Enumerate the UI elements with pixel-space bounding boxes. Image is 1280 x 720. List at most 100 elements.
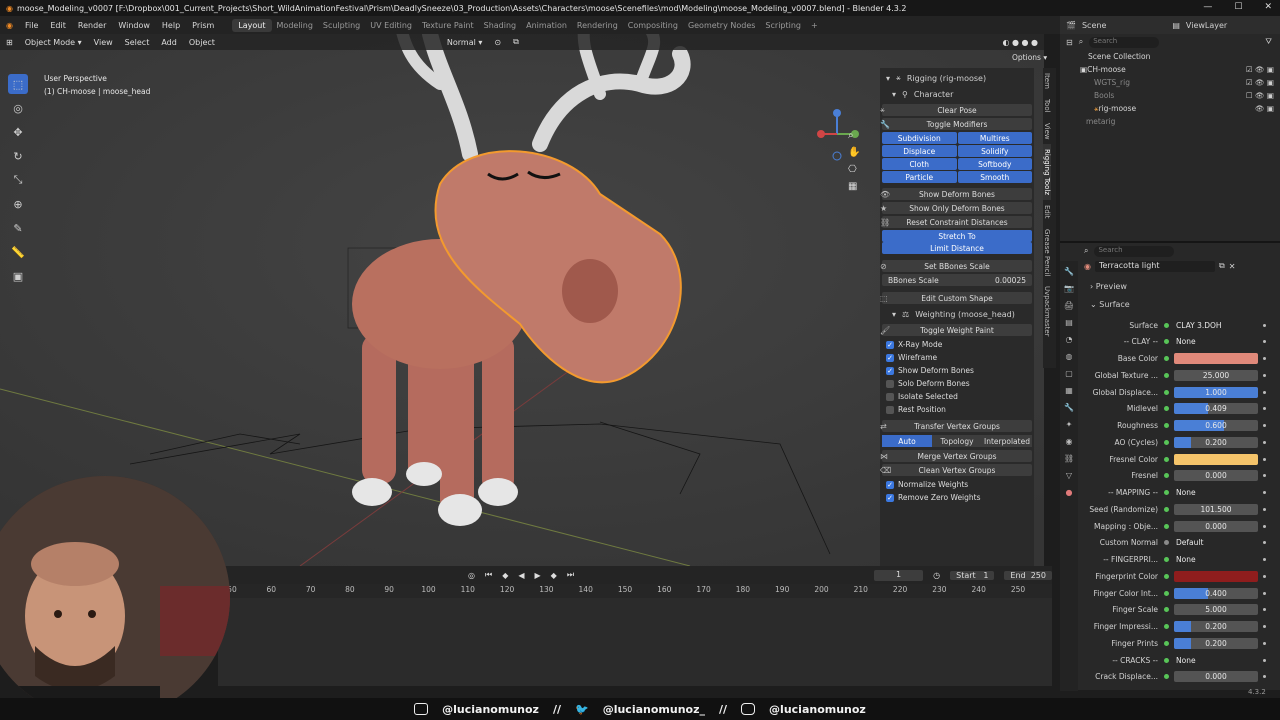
tab-animation[interactable]: Animation xyxy=(521,21,572,30)
camera-icon[interactable]: ⎔ xyxy=(848,164,860,175)
keyframe-dot-icon[interactable] xyxy=(1263,507,1266,511)
surface-panel-header[interactable]: ⌄ Surface xyxy=(1090,300,1130,309)
keyframe-dot-icon[interactable] xyxy=(1263,541,1266,545)
subdivision-toggle[interactable]: Subdivision xyxy=(882,132,957,144)
keyframe-dot-icon[interactable] xyxy=(1263,675,1266,679)
show-only-deform-button[interactable]: ★ Show Only Deform Bones xyxy=(880,202,1032,214)
socket-dot-icon[interactable] xyxy=(1164,406,1169,412)
socket-dot-icon[interactable] xyxy=(1164,640,1169,646)
options-dropdown[interactable]: Options ▾ xyxy=(1012,53,1047,62)
keyframe-dot-icon[interactable] xyxy=(1263,591,1266,595)
socket-dot-icon[interactable] xyxy=(1164,674,1169,680)
tab-rigging-toolz[interactable]: Rigging Toolz xyxy=(1043,144,1051,201)
property-value-field[interactable] xyxy=(1174,353,1258,364)
set-bbones-button[interactable]: ⊘ Set BBones Scale xyxy=(880,260,1032,272)
property-value-field[interactable]: 0.409 xyxy=(1174,403,1258,415)
toggle-modifiers-button[interactable]: 🔧 Toggle Modifiers xyxy=(880,118,1032,130)
limit-distance-button[interactable]: Limit Distance xyxy=(882,242,1032,254)
menu-help[interactable]: Help xyxy=(156,21,186,30)
tab-uv-editing[interactable]: UV Editing xyxy=(365,21,417,30)
property-value-field[interactable]: 0.200 xyxy=(1174,637,1258,649)
property-value-field[interactable]: 0.200 xyxy=(1174,621,1258,632)
socket-dot-icon[interactable] xyxy=(1164,356,1169,361)
minimize-button[interactable]: — xyxy=(1203,2,1212,12)
stretch-to-button[interactable]: Stretch To xyxy=(882,230,1032,242)
menu-window[interactable]: Window xyxy=(112,21,156,30)
socket-dot-icon[interactable] xyxy=(1164,506,1169,512)
transform-tool-icon[interactable]: ⊕ xyxy=(8,194,28,214)
shading-modes[interactable]: ◐ ● ● ● xyxy=(996,38,1044,47)
mode-auto[interactable]: Auto xyxy=(882,435,932,447)
grid-icon[interactable]: ▦ xyxy=(848,181,860,192)
outliner-item-ch-moose[interactable]: ▣ CH-moose ☑ 👁 ▣ xyxy=(1060,63,1280,76)
clear-pose-button[interactable]: ⚹ Clear Pose xyxy=(880,104,1032,116)
socket-dot-icon[interactable] xyxy=(1164,339,1169,345)
output-tab-icon[interactable]: 🖨 xyxy=(1064,301,1074,310)
properties-search-input[interactable]: Search xyxy=(1094,245,1175,257)
property-value-field[interactable] xyxy=(1174,570,1258,582)
viewlayer-selector[interactable]: ViewLayer xyxy=(1186,21,1227,30)
keyframe-dot-icon[interactable] xyxy=(1263,658,1266,662)
menu-select[interactable]: Select xyxy=(119,38,156,47)
pan-hand-icon[interactable]: ✋ xyxy=(848,147,860,158)
outliner-item-wgts-rig[interactable]: WGTS_rig ☑ 👁 ▣ xyxy=(1060,76,1280,89)
smooth-toggle[interactable]: Smooth xyxy=(957,171,1032,183)
menu-render[interactable]: Render xyxy=(72,21,112,30)
menu-prism[interactable]: Prism xyxy=(186,21,220,30)
select-tool-icon[interactable]: ⬚ xyxy=(8,74,28,94)
property-value-field[interactable]: 0.400 xyxy=(1174,587,1258,599)
xray-checkbox[interactable]: ✓ X-Ray Mode xyxy=(882,338,1032,351)
socket-dot-icon[interactable] xyxy=(1164,540,1169,546)
next-keyframe-icon[interactable]: ◆ xyxy=(551,571,557,580)
softbody-toggle[interactable]: Softbody xyxy=(957,158,1032,170)
keyframe-dot-icon[interactable] xyxy=(1263,340,1266,344)
solidify-toggle[interactable]: Solidify xyxy=(957,145,1032,157)
modifier-tab-icon[interactable]: 🔧 xyxy=(1064,403,1074,412)
start-frame-field[interactable]: Start 1 xyxy=(950,570,995,580)
menu-view[interactable]: View xyxy=(88,38,119,47)
displace-toggle[interactable]: Displace xyxy=(882,145,957,157)
multires-toggle[interactable]: Multires xyxy=(957,132,1032,144)
normalize-weights-checkbox[interactable]: ✓ Normalize Weights xyxy=(882,478,1032,491)
property-value-field[interactable]: 101.500 xyxy=(1174,503,1258,515)
tab-uvpackmaster[interactable]: Uvpackmaster xyxy=(1043,281,1051,342)
cursor-tool-icon[interactable]: ◎ xyxy=(8,98,28,118)
property-value-field[interactable]: None xyxy=(1174,554,1258,565)
keyframe-dot-icon[interactable] xyxy=(1263,407,1266,411)
tab-modeling[interactable]: Modeling xyxy=(272,21,318,30)
keyframe-dot-icon[interactable] xyxy=(1263,524,1266,528)
socket-dot-icon[interactable] xyxy=(1164,523,1169,529)
physics-tab-icon[interactable]: ◉ xyxy=(1066,437,1073,446)
mode-interpolated[interactable]: Interpolated xyxy=(982,435,1032,447)
socket-dot-icon[interactable] xyxy=(1164,624,1169,629)
tab-scripting[interactable]: Scripting xyxy=(760,21,806,30)
material-tab-icon[interactable]: ● xyxy=(1066,488,1073,497)
socket-dot-icon[interactable] xyxy=(1164,657,1169,663)
property-value-field[interactable] xyxy=(1174,453,1258,465)
particle-toggle[interactable]: Particle xyxy=(882,171,957,183)
property-value-field[interactable]: 0.200 xyxy=(1174,436,1258,448)
play-reverse-icon[interactable]: ◀ xyxy=(518,571,524,580)
object-mode-dropdown[interactable]: Object Mode ▾ xyxy=(19,38,88,47)
outliner-item-bools[interactable]: Bools ☐ 👁 ▣ xyxy=(1060,89,1280,102)
toggle-weight-paint-button[interactable]: 🖌 Toggle Weight Paint xyxy=(880,324,1032,336)
zoom-icon[interactable]: ⌕ xyxy=(848,130,860,141)
tab-texture-paint[interactable]: Texture Paint xyxy=(417,21,479,30)
scale-tool-icon[interactable]: ⤡ xyxy=(8,170,28,190)
object-tab-icon[interactable]: ▦ xyxy=(1065,386,1073,395)
socket-dot-icon[interactable] xyxy=(1164,557,1169,562)
isolate-selected-checkbox[interactable]: Isolate Selected xyxy=(882,390,1032,403)
tab-view[interactable]: View xyxy=(1043,118,1051,145)
tab-grease-pencil[interactable]: Grease Pencil xyxy=(1043,224,1051,281)
view-layer-tab-icon[interactable]: ▤ xyxy=(1065,318,1073,327)
pivot-icon[interactable]: ⊙ xyxy=(488,38,507,47)
keyframe-dot-icon[interactable] xyxy=(1263,558,1266,561)
keyframe-dot-icon[interactable] xyxy=(1263,440,1266,444)
socket-dot-icon[interactable] xyxy=(1164,372,1169,378)
menu-object[interactable]: Object xyxy=(183,38,221,47)
preview-panel-header[interactable]: › Preview xyxy=(1090,282,1127,291)
show-deform-checkbox[interactable]: ✓ Show Deform Bones xyxy=(882,364,1032,377)
scene-selector[interactable]: Scene xyxy=(1082,21,1106,30)
keyframe-dot-icon[interactable] xyxy=(1263,491,1266,494)
socket-dot-icon[interactable] xyxy=(1164,607,1169,613)
